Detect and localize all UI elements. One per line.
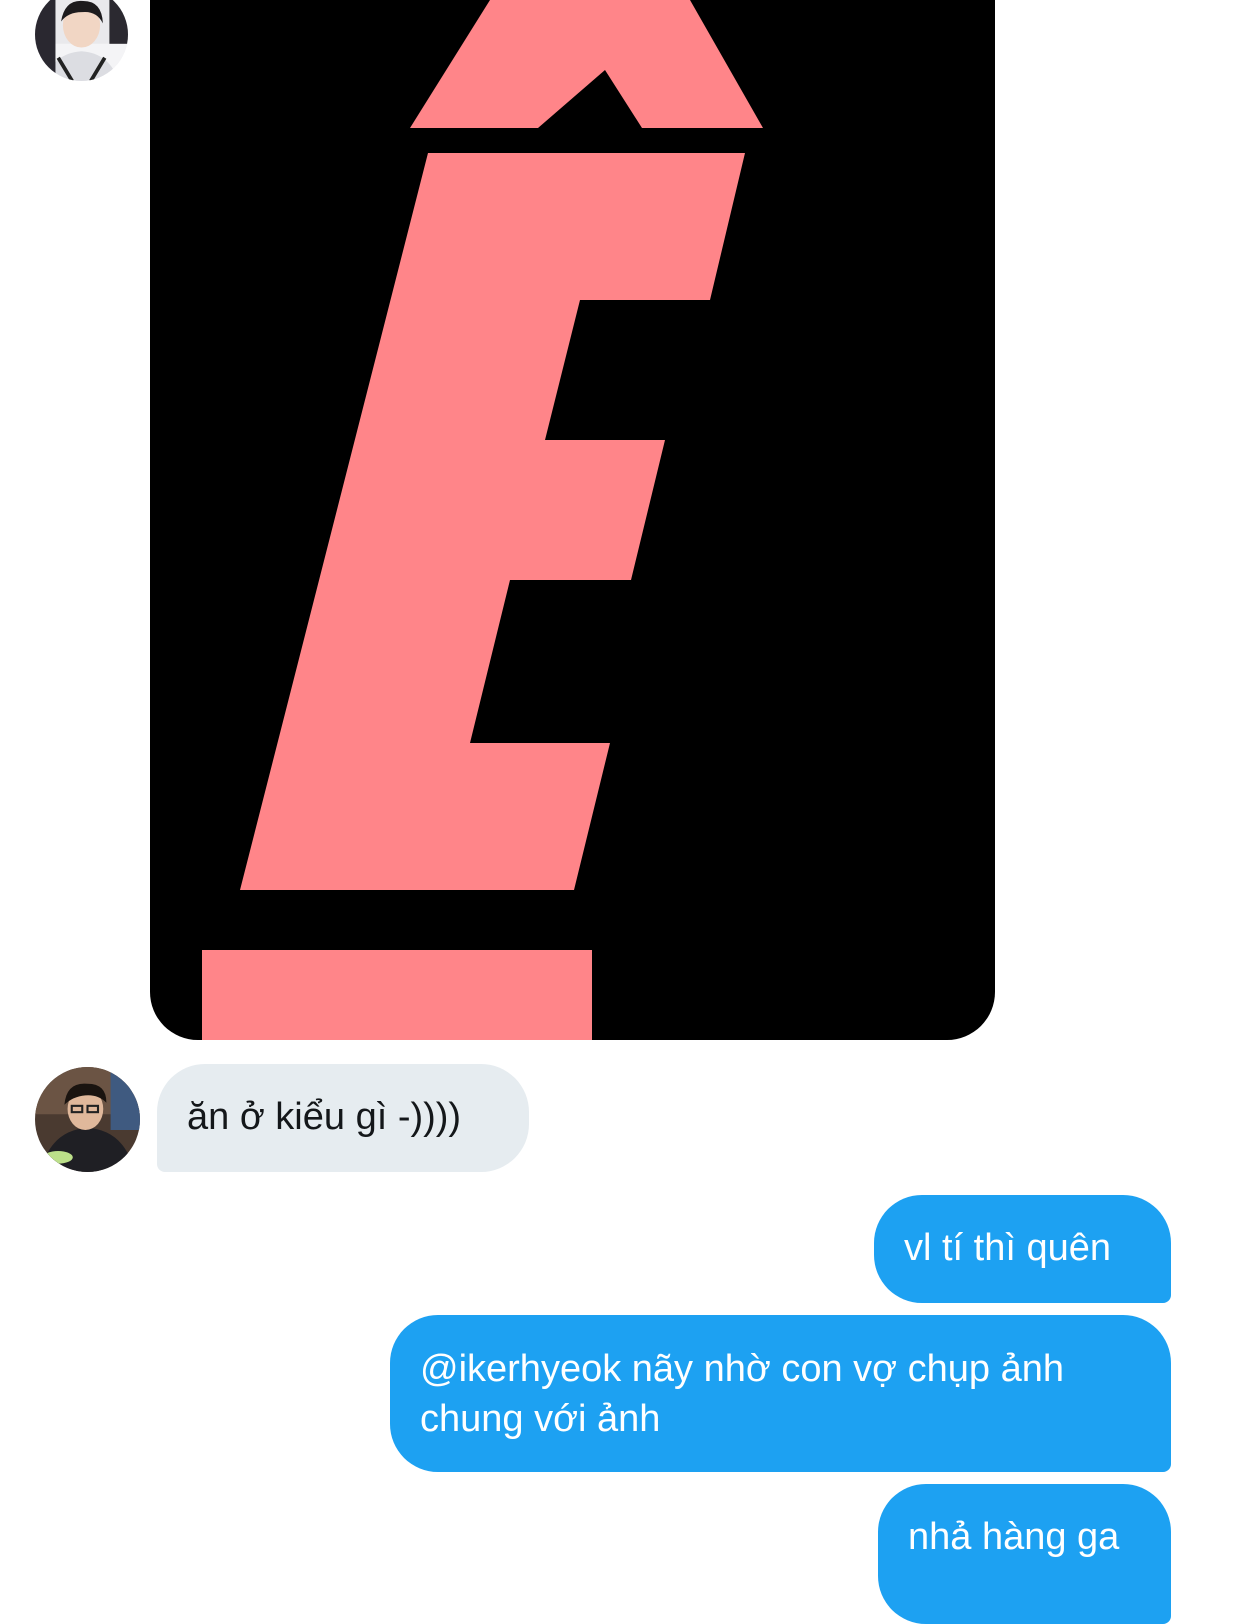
sent-message-bubble[interactable]: nhả hàng ga <box>878 1484 1171 1624</box>
message-text: vl tí thì quên <box>904 1227 1112 1269</box>
avatar-photo-icon <box>35 0 128 81</box>
message-text: ăn ở kiểu gì -)))) <box>187 1096 462 1138</box>
sent-message-bubble[interactable]: @ikerhyeok nãy nhờ con vợ chụp ảnh chung… <box>390 1315 1171 1472</box>
message-text: @ikerhyeok nãy nhờ con vợ chụp ảnh chung… <box>420 1348 1064 1440</box>
letter-e-circumflex-image <box>202 0 763 1040</box>
avatar-photo-icon <box>35 1067 140 1172</box>
message-text: nhả hàng ga <box>908 1516 1120 1558</box>
sent-message-bubble[interactable]: vl tí thì quên <box>874 1195 1171 1303</box>
image-message[interactable] <box>150 0 995 1040</box>
received-message-bubble[interactable]: ăn ở kiểu gì -)))) <box>157 1064 529 1172</box>
sender-avatar[interactable] <box>35 1067 140 1172</box>
sender-avatar[interactable] <box>35 0 128 81</box>
